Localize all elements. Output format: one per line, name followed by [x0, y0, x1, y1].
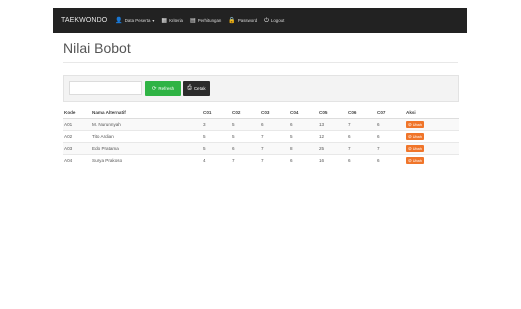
cell-c04: 8: [289, 142, 318, 155]
column-header[interactable]: C04: [289, 106, 318, 119]
column-header: Aksi: [405, 106, 459, 119]
nav-item-kriteria[interactable]: ▦ Kriteria: [161, 18, 183, 24]
cell-c04: 6: [289, 118, 318, 131]
search-input[interactable]: [69, 81, 142, 95]
column-header[interactable]: C07: [376, 106, 405, 119]
column-header[interactable]: Kode: [63, 106, 91, 119]
toolbar-panel: ⟳ Refresh ⎙ Cetak: [63, 75, 459, 102]
weights-table: Kode Nama Alternatif C01 C02 C03 C04 C05…: [63, 106, 459, 166]
cell-nama: Surya Prakoso: [91, 154, 202, 166]
cell-c04: 6: [289, 154, 318, 166]
cell-c02: 6: [231, 142, 260, 155]
column-header[interactable]: C02: [231, 106, 260, 119]
grid-icon: ▦: [161, 17, 168, 24]
nav-item-perhitungan[interactable]: ▤ Perhitungan: [190, 18, 221, 24]
nav-item-label: Password: [237, 18, 258, 23]
cell-c05: 13: [318, 118, 347, 131]
cell-c02: 5: [231, 118, 260, 131]
cell-c01: 3: [202, 118, 231, 131]
print-button[interactable]: ⎙ Cetak: [183, 81, 210, 96]
table-row: A03 Edo Pratama 5 6 7 8 25 7 7 ⊘ Ubah: [63, 142, 459, 155]
cell-kode: A03: [63, 142, 91, 155]
cell-c02: 7: [231, 154, 260, 166]
column-header[interactable]: C06: [347, 106, 376, 119]
page-title: Nilai Bobot: [63, 40, 131, 56]
cell-kode: A04: [63, 154, 91, 166]
logout-icon: ⏻: [264, 17, 269, 24]
navbar-brand[interactable]: TAEKWONDO: [61, 17, 107, 24]
cell-kode: A01: [63, 118, 91, 131]
cell-c05: 16: [318, 154, 347, 166]
cell-c07: 6: [376, 154, 405, 166]
cell-nama: M. Nurunnyah: [91, 118, 202, 131]
cell-c07: 7: [376, 142, 405, 155]
user-icon: 👤: [115, 17, 123, 24]
cell-aksi: ⊘ Ubah: [405, 130, 459, 143]
cell-c02: 5: [231, 130, 260, 143]
print-icon: ⎙: [187, 85, 192, 91]
nav-item-label: Perhitungan: [197, 18, 222, 23]
nav-item-logout[interactable]: ⏻ Logout: [264, 18, 284, 24]
column-header[interactable]: C01: [202, 106, 231, 119]
cell-c06: 7: [347, 118, 376, 131]
print-label: Cetak: [193, 86, 206, 91]
table-row: A01 M. Nurunnyah 3 5 6 6 13 7 6 ⊘ Ubah: [63, 118, 459, 131]
nav-item-label: Kriteria: [169, 18, 184, 23]
title-divider: [63, 62, 458, 63]
cell-c01: 5: [202, 142, 231, 155]
cell-aksi: ⊘ Ubah: [405, 118, 459, 131]
cell-aksi: ⊘ Ubah: [405, 142, 459, 155]
cell-c03: 7: [260, 154, 289, 166]
nav-item-data-peserta[interactable]: 👤 Data Peserta ▾: [115, 18, 154, 24]
edit-button[interactable]: ⊘ Ubah: [406, 133, 424, 140]
cell-c06: 6: [347, 154, 376, 166]
edit-label: Ubah: [412, 158, 422, 163]
lock-icon: 🔒: [228, 17, 236, 24]
edit-icon: ⊘: [408, 145, 412, 151]
cell-c03: 7: [260, 130, 289, 143]
cell-nama: Edo Pratama: [91, 142, 202, 155]
cell-c03: 7: [260, 142, 289, 155]
edit-icon: ⊘: [408, 157, 412, 163]
cell-c06: 7: [347, 142, 376, 155]
nav-item-label: Logout: [270, 18, 285, 23]
nav-item-label: Data Peserta: [124, 18, 151, 23]
cell-c06: 6: [347, 130, 376, 143]
table-row: A04 Surya Prakoso 4 7 7 6 16 6 6 ⊘ Ubah: [63, 154, 459, 166]
edit-label: Ubah: [412, 146, 422, 151]
calculator-icon: ▤: [190, 17, 196, 24]
column-header[interactable]: C05: [318, 106, 347, 119]
cell-aksi: ⊘ Ubah: [405, 154, 459, 166]
refresh-label: Refresh: [158, 86, 175, 91]
cell-c01: 4: [202, 154, 231, 166]
edit-button[interactable]: ⊘ Ubah: [406, 145, 424, 152]
edit-icon: ⊘: [408, 133, 412, 139]
cell-kode: A02: [63, 130, 91, 143]
column-header[interactable]: C03: [260, 106, 289, 119]
column-header[interactable]: Nama Alternatif: [91, 106, 202, 119]
cell-c03: 6: [260, 118, 289, 131]
cell-c01: 5: [202, 130, 231, 143]
nav-item-password[interactable]: 🔒 Password: [228, 18, 257, 24]
refresh-icon: ⟳: [151, 85, 157, 92]
edit-label: Ubah: [412, 122, 422, 127]
cell-c05: 12: [318, 130, 347, 143]
cell-c07: 6: [376, 118, 405, 131]
cell-c05: 25: [318, 142, 347, 155]
edit-button[interactable]: ⊘ Ubah: [406, 157, 424, 164]
cell-c04: 5: [289, 130, 318, 143]
top-navbar: TAEKWONDO 👤 Data Peserta ▾ ▦ Kriteria ▤ …: [53, 8, 467, 33]
table-header-row: Kode Nama Alternatif C01 C02 C03 C04 C05…: [63, 106, 459, 119]
edit-icon: ⊘: [408, 121, 412, 127]
table-row: A02 Tito Ardian 5 5 7 5 12 6 6 ⊘ Ubah: [63, 130, 459, 143]
refresh-button[interactable]: ⟳ Refresh: [145, 81, 181, 96]
edit-label: Ubah: [412, 134, 422, 139]
cell-c07: 6: [376, 130, 405, 143]
cell-nama: Tito Ardian: [91, 130, 202, 143]
edit-button[interactable]: ⊘ Ubah: [406, 121, 424, 128]
caret-down-icon: ▾: [152, 18, 155, 23]
